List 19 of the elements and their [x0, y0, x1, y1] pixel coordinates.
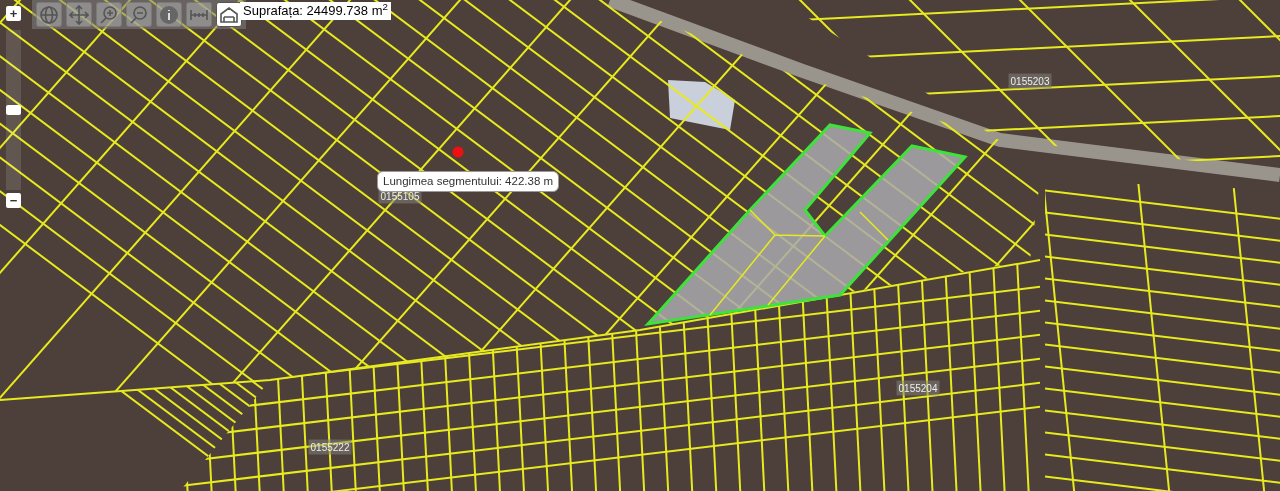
house-icon: [219, 4, 239, 25]
area-readout: Suprafața: 24499.738 m$^{2}$: [240, 2, 391, 20]
globe-icon: [39, 4, 59, 25]
parcel-number: 0155222: [308, 439, 352, 455]
parcel-number: 0155203: [1008, 73, 1052, 89]
map-tool-button[interactable]: [216, 2, 242, 27]
selected-parcel[interactable]: [644, 123, 968, 327]
zoom-in-button[interactable]: +: [6, 6, 21, 21]
zoom-in-icon: [99, 4, 119, 25]
zoom-slider-track[interactable]: [6, 30, 21, 190]
pan-icon: [69, 4, 89, 25]
measure-point: [452, 146, 464, 158]
parcel-number: 0155204: [896, 380, 940, 396]
info-icon: [159, 4, 179, 25]
zoom-out-button[interactable]: −: [6, 193, 21, 208]
zoom-out-icon: [129, 4, 149, 25]
segment-length-tooltip: Lungimea segmentului: 422.38 m: [377, 171, 560, 193]
building: [668, 80, 735, 130]
zoom-slider-handle[interactable]: [6, 105, 21, 115]
